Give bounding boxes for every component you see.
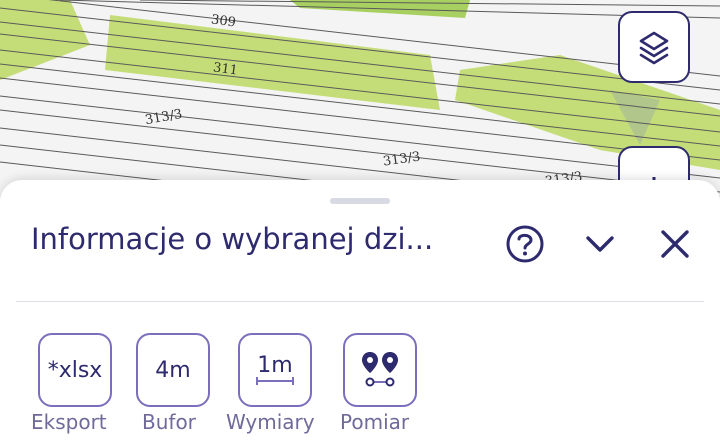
close-icon (661, 230, 689, 258)
layers-icon (639, 31, 669, 65)
close-button[interactable] (655, 224, 695, 264)
help-button[interactable] (505, 224, 545, 264)
export-button[interactable]: *xlsx (38, 333, 112, 407)
collapse-button[interactable] (580, 224, 620, 264)
buffer-label: Bufor (142, 410, 196, 434)
dimensions-icon: 1m (257, 353, 293, 378)
help-icon (506, 225, 544, 263)
layers-button[interactable] (618, 11, 690, 83)
xlsx-icon: *xlsx (47, 357, 103, 383)
ruler-icon (256, 377, 294, 385)
measure-label: Pomiar (340, 410, 410, 434)
panel-title: Informacje o wybranej dzi... (31, 222, 434, 256)
buffer-button[interactable]: 4m (136, 333, 210, 407)
divider (16, 301, 704, 302)
export-label: Eksport (31, 410, 107, 434)
dimensions-label: Wymiary (226, 410, 315, 434)
buffer-icon: 4m (155, 357, 191, 383)
dimensions-button[interactable]: 1m (238, 333, 312, 407)
measure-button[interactable] (343, 333, 417, 407)
chevron-down-icon (586, 236, 614, 252)
parcel-info-panel: Informacje o wybranej dzi... *xlsx Ekspo… (0, 180, 720, 440)
drag-handle[interactable] (330, 198, 390, 204)
map-pins-icon (362, 352, 398, 387)
